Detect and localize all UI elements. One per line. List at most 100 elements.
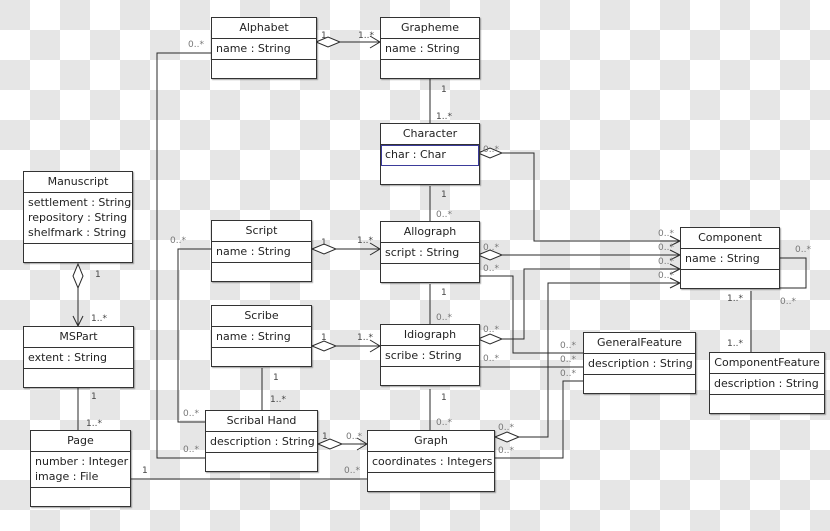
class-name: Manuscript — [24, 172, 132, 193]
multiplicity-label: 0..* — [780, 297, 796, 307]
class-name: Grapheme — [381, 18, 479, 39]
multiplicity-label: 1 — [91, 392, 97, 402]
attribute: script : String — [381, 243, 479, 264]
multiplicity-label: 1 — [441, 85, 447, 95]
multiplicity-label: 0..* — [658, 257, 674, 267]
class-component[interactable]: Component name : String — [680, 227, 780, 289]
operations-compartment — [31, 488, 130, 506]
class-manuscript[interactable]: Manuscript settlement : String repositor… — [23, 171, 133, 263]
multiplicity-label: 1 — [321, 31, 327, 41]
multiplicity-label: 0..* — [498, 446, 514, 456]
operations-compartment — [24, 369, 133, 387]
multiplicity-label: 1..* — [436, 112, 452, 122]
operations-compartment — [212, 348, 311, 366]
multiplicity-label: 0..* — [483, 243, 499, 253]
assoc-idiograph-component — [502, 268, 680, 340]
class-name: GeneralFeature — [584, 333, 695, 354]
operations-compartment — [381, 60, 479, 78]
attribute: description : String — [584, 354, 695, 375]
operations-compartment — [212, 263, 311, 281]
multiplicity-label: 1 — [441, 288, 447, 298]
multiplicity-label: 1 — [321, 333, 327, 343]
class-name: Idiograph — [381, 325, 479, 346]
multiplicity-label: 1..* — [86, 419, 102, 429]
class-scribe[interactable]: Scribe name : String — [211, 305, 312, 367]
multiplicity-label: 0..* — [183, 409, 199, 419]
class-allograph[interactable]: Allograph script : String — [380, 221, 480, 283]
multiplicity-label: 1 — [321, 238, 327, 248]
multiplicity-label: 0..* — [436, 313, 452, 323]
multiplicity-label: 1..* — [91, 314, 107, 324]
class-mspart[interactable]: MSPart extent : String — [23, 326, 134, 388]
attributes: settlement : String repository : String … — [24, 193, 132, 244]
class-name: Scribe — [212, 306, 311, 327]
multiplicity-label: 1..* — [727, 294, 743, 304]
multiplicity-label: 0..* — [498, 423, 514, 433]
attributes: number : Integer image : File — [31, 452, 130, 488]
multiplicity-label: 0..* — [795, 245, 811, 255]
attribute: image : File — [35, 470, 99, 483]
class-alphabet[interactable]: Alphabet name : String — [211, 17, 317, 79]
multiplicity-label: 0..* — [188, 40, 204, 50]
operations-compartment — [381, 367, 479, 385]
operations-compartment — [381, 166, 479, 184]
operations-compartment — [212, 60, 316, 78]
multiplicity-label: 0..* — [483, 145, 499, 155]
attribute: coordinates : Integers — [368, 452, 494, 473]
multiplicity-label: 0..* — [658, 271, 674, 281]
aggregation-diamond — [314, 36, 342, 48]
attribute: extent : String — [24, 348, 133, 369]
attribute: scribe : String — [381, 346, 479, 367]
class-scribalhand[interactable]: Scribal Hand description : String — [205, 410, 318, 472]
multiplicity-label: 1 — [441, 190, 447, 200]
class-idiograph[interactable]: Idiograph scribe : String — [380, 324, 480, 386]
operations-compartment — [381, 264, 479, 282]
attribute: shelfmark : String — [28, 226, 127, 239]
class-name: Allograph — [381, 222, 479, 243]
multiplicity-label: 0..* — [560, 355, 576, 365]
class-name: Character — [381, 124, 479, 145]
assoc-alphabet-scribalhand — [156, 52, 211, 459]
class-name: Alphabet — [212, 18, 316, 39]
assoc-script-scribalhand — [177, 248, 211, 423]
multiplicity-label: 0..* — [483, 325, 499, 335]
class-name: Page — [31, 431, 130, 452]
class-name: ComponentFeature — [710, 353, 824, 374]
class-name: MSPart — [24, 327, 133, 348]
multiplicity-label: 0..* — [658, 229, 674, 239]
multiplicity-label: 1 — [273, 373, 279, 383]
class-graph[interactable]: Graph coordinates : Integers — [367, 430, 495, 492]
assoc-component-self — [780, 257, 807, 289]
attribute: description : String — [710, 374, 824, 395]
aggregation-diamond — [72, 262, 84, 290]
multiplicity-label: 1..* — [358, 31, 374, 41]
class-grapheme[interactable]: Grapheme name : String — [380, 17, 480, 79]
class-name: Component — [681, 228, 779, 249]
attribute: name : String — [212, 327, 311, 348]
multiplicity-label: 1 — [142, 466, 148, 476]
class-script[interactable]: Script name : String — [211, 220, 312, 282]
operations-compartment — [206, 453, 317, 471]
multiplicity-label: 0..* — [436, 418, 452, 428]
multiplicity-label: 0..* — [170, 236, 186, 246]
attribute: name : String — [212, 39, 316, 60]
class-generalfeature[interactable]: GeneralFeature description : String — [583, 332, 696, 394]
multiplicity-label: 0..* — [483, 264, 499, 274]
aggregation-diamond — [493, 431, 521, 443]
multiplicity-label: 0..* — [346, 432, 362, 442]
operations-compartment — [368, 473, 494, 491]
attribute: settlement : String — [28, 196, 132, 209]
class-page[interactable]: Page number : Integer image : File — [30, 430, 131, 507]
multiplicity-label: 0..* — [658, 243, 674, 253]
multiplicity-label: 1 — [322, 432, 328, 442]
attribute: char : Char — [381, 145, 479, 166]
class-character[interactable]: Character char : Char — [380, 123, 480, 185]
operations-compartment — [584, 375, 695, 393]
multiplicity-label: 0..* — [560, 341, 576, 351]
multiplicity-label: 0..* — [183, 445, 199, 455]
multiplicity-label: 0..* — [436, 210, 452, 220]
multiplicity-label: 1..* — [270, 395, 286, 405]
class-componentfeature[interactable]: ComponentFeature description : String — [709, 352, 825, 414]
operations-compartment — [681, 270, 779, 288]
multiplicity-label: 1..* — [357, 333, 373, 343]
